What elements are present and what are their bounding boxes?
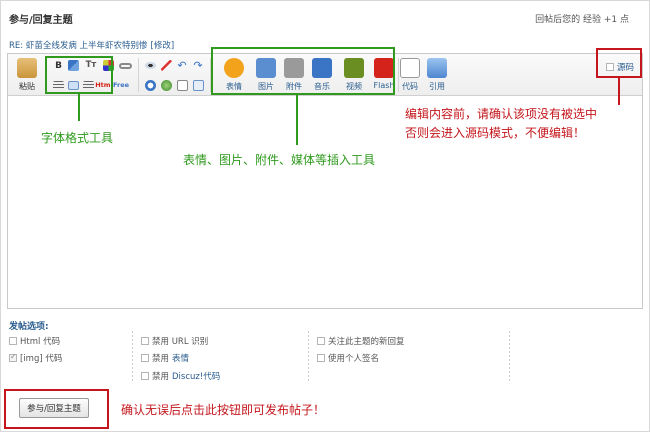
option-label: 禁用 [152, 372, 170, 382]
insert-tools-pointer [296, 95, 298, 145]
option-col2-2[interactable]: 禁用 Discuz!代码 [141, 370, 220, 382]
code-icon [400, 58, 420, 78]
reply-panel: 参与/回复主题 回帖后您的 经验 +1 点 RE: 虾苗全线发病 上半年虾农特别… [0, 0, 650, 432]
option-checkbox[interactable] [317, 354, 325, 362]
format-tools-highlight [45, 56, 113, 94]
link-icon [119, 62, 132, 69]
insert-tools-note: 表情、图片、附件、媒体等插入工具 [183, 153, 376, 167]
search-icon [144, 80, 156, 91]
toolbar-divider [138, 58, 139, 92]
source-warning-line2: 否则会进入源码模式，不便编辑！ [405, 126, 586, 140]
redo-icon: ↷ [193, 59, 203, 72]
code-label: 代码 [402, 82, 418, 91]
quote-icon [427, 58, 447, 78]
clear-format-icon [160, 60, 172, 71]
document-icon [192, 80, 204, 91]
preview-button[interactable] [144, 60, 156, 71]
page-title: 参与/回复主题 [9, 15, 73, 26]
redo-button[interactable]: ↷ [192, 59, 204, 72]
source-warning-pointer [618, 78, 620, 105]
paste-button[interactable]: 粘贴 [12, 56, 42, 94]
format-tools-pointer [78, 94, 80, 121]
submit-hint-note: 确认无误后点击此按钮即可发布帖子！ [121, 403, 326, 417]
option-link[interactable]: Discuz!代码 [172, 370, 220, 382]
option-checkbox[interactable] [141, 354, 149, 362]
paste-label: 粘贴 [19, 82, 35, 91]
option-link[interactable]: 表情 [172, 352, 189, 364]
options-divider [308, 331, 309, 383]
option-checkbox[interactable] [317, 337, 325, 345]
source-mode-highlight [596, 48, 642, 78]
option-col3-1[interactable]: 使用个人签名 [317, 352, 379, 364]
subject-text: RE: 虾苗全线发病 上半年虾农特别惨 [9, 41, 148, 51]
eye-icon [144, 62, 156, 69]
insert-special-button[interactable] [160, 80, 172, 91]
search-replace-button[interactable] [144, 80, 156, 91]
option-label: 禁用 [152, 354, 170, 364]
options-divider [509, 331, 510, 383]
link-button[interactable] [119, 60, 132, 71]
code-button[interactable]: 代码 [395, 56, 425, 94]
option-label: [img] 代码 [20, 354, 63, 364]
edit-subject-link[interactable]: [修改] [151, 41, 175, 51]
source-warning-note: 编辑内容前，请确认该项没有被选中 否则会进入源码模式，不便编辑！ [405, 105, 597, 143]
reply-subject: RE: 虾苗全线发病 上半年虾农特别惨 [修改] [9, 39, 174, 51]
page-break-button[interactable] [176, 80, 188, 91]
submit-reply-button[interactable]: 参与/回复主题 [19, 398, 89, 418]
options-divider [132, 331, 133, 383]
globe-icon [160, 80, 172, 91]
free-glyph: Free [112, 80, 130, 89]
post-options-title: 发帖选项: [9, 322, 49, 332]
option-checkbox[interactable] [141, 372, 149, 380]
clear-format-button[interactable] [160, 60, 172, 71]
option-label: 关注此主题的新回复 [328, 337, 405, 347]
undo-icon: ↶ [177, 59, 187, 72]
free-button[interactable]: Free [113, 79, 129, 90]
format-tools-note: 字体格式工具 [41, 131, 114, 145]
insert-tools-highlight [211, 47, 395, 95]
undo-button[interactable]: ↶ [176, 59, 188, 72]
option-col3-0[interactable]: 关注此主题的新回复 [317, 335, 405, 347]
option-col1-0[interactable]: Html 代码 [9, 335, 60, 347]
source-warning-line1: 编辑内容前，请确认该项没有被选中 [405, 107, 598, 121]
page-icon [176, 80, 188, 91]
quote-label: 引用 [429, 82, 445, 91]
option-col2-0[interactable]: 禁用 URL 识别 [141, 335, 208, 347]
option-label: 使用个人签名 [328, 354, 380, 364]
clipboard-icon [17, 58, 37, 78]
option-label: Html 代码 [20, 337, 61, 347]
option-checkbox[interactable] [141, 337, 149, 345]
option-col2-1[interactable]: 禁用 表情 [141, 352, 189, 364]
full-screen-button[interactable] [192, 80, 204, 91]
option-checkbox[interactable] [9, 352, 17, 362]
option-label: 禁用 URL 识别 [152, 337, 209, 347]
option-checkbox[interactable] [9, 337, 17, 345]
option-col1-1[interactable]: [img] 代码 [9, 352, 62, 364]
quote-button[interactable]: 引用 [422, 56, 452, 94]
experience-note: 回帖后您的 经验 +1 点 [535, 15, 629, 25]
